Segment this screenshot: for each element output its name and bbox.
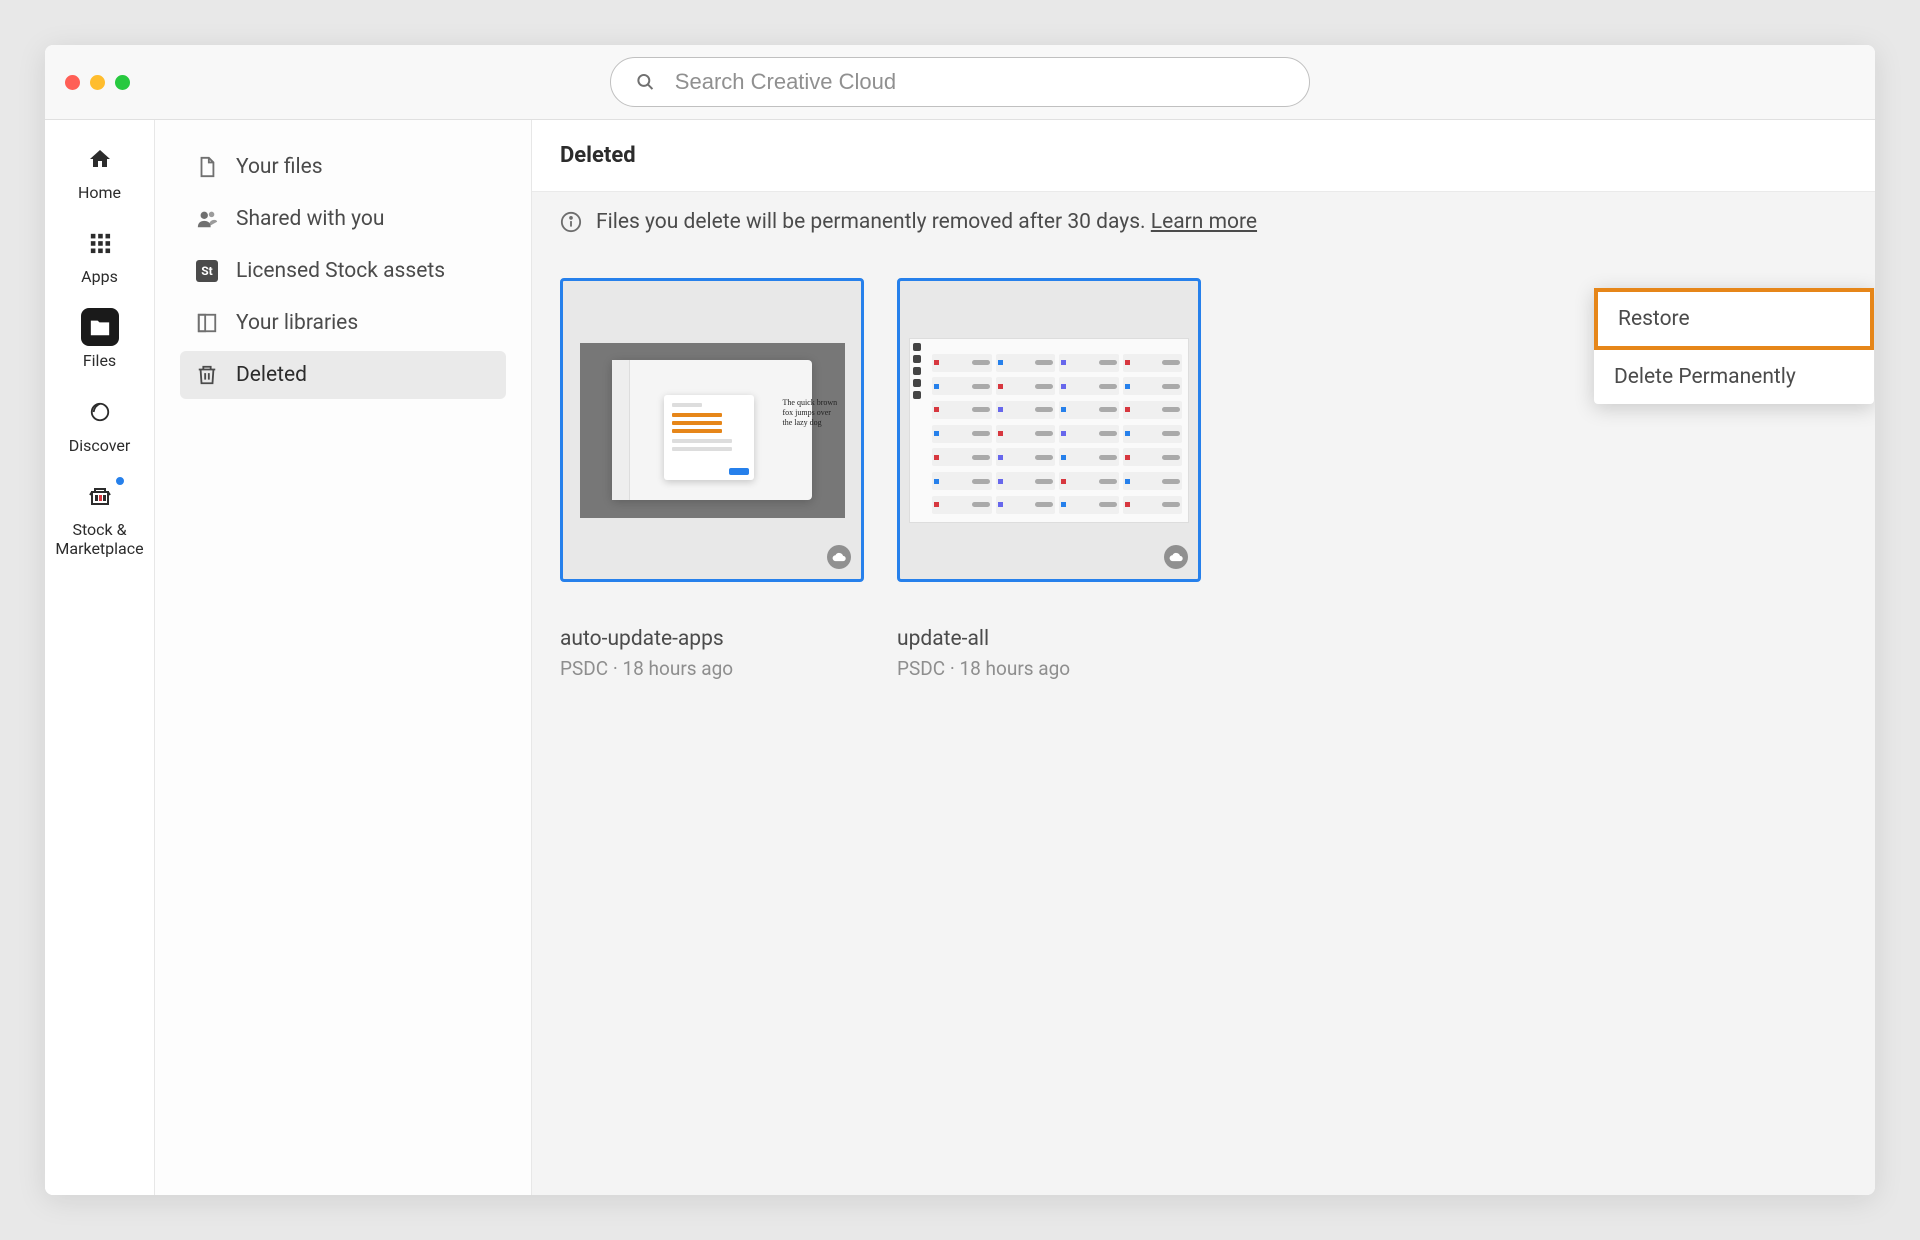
- rail-item-home[interactable]: Home: [45, 140, 154, 202]
- close-window-button[interactable]: [65, 75, 80, 90]
- search-icon: [636, 72, 655, 92]
- rail-item-stock[interactable]: Stock & Marketplace: [45, 477, 154, 558]
- nav-label: Your files: [236, 155, 323, 179]
- search-container: [610, 57, 1310, 107]
- stock-badge-icon: St: [196, 260, 218, 282]
- files-icon: [81, 308, 119, 346]
- cloud-icon: [1164, 545, 1188, 569]
- nav-deleted[interactable]: Deleted: [180, 351, 506, 399]
- cloud-icon: [827, 545, 851, 569]
- rail-label-apps: Apps: [81, 267, 118, 286]
- rail-label-stock: Stock & Marketplace: [55, 520, 143, 558]
- nav-label: Shared with you: [236, 207, 384, 231]
- file-name: auto-update-apps: [560, 627, 864, 651]
- window-controls: [65, 75, 130, 90]
- page-title: Deleted: [560, 143, 636, 168]
- info-icon: [560, 211, 582, 233]
- app-window: Home Apps Files: [45, 45, 1875, 1195]
- libraries-icon: [196, 312, 218, 334]
- info-text: Files you delete will be permanently rem…: [596, 210, 1257, 234]
- rail-label-discover: Discover: [69, 436, 131, 455]
- notification-badge: [114, 475, 126, 487]
- file-icon: [196, 156, 218, 178]
- discover-icon: [81, 393, 119, 431]
- info-bar: Files you delete will be permanently rem…: [532, 192, 1875, 252]
- files-grid: The quick brown fox jumps over the lazy …: [532, 252, 1875, 706]
- file-thumbnail[interactable]: [897, 278, 1201, 582]
- thumbnail-preview: The quick brown fox jumps over the lazy …: [580, 343, 845, 518]
- rail-item-discover[interactable]: Discover: [45, 393, 154, 455]
- titlebar: [45, 45, 1875, 120]
- home-icon: [81, 140, 119, 178]
- nav-libraries[interactable]: Your libraries: [180, 299, 506, 347]
- rail-label-files: Files: [83, 351, 116, 370]
- context-menu: Restore Delete Permanently: [1594, 288, 1874, 404]
- rail-item-apps[interactable]: Apps: [45, 224, 154, 286]
- search-input[interactable]: [675, 69, 1284, 95]
- thumbnail-preview: [909, 338, 1189, 523]
- shared-icon: [196, 208, 218, 230]
- file-meta: PSDC · 18 hours ago: [897, 657, 1201, 680]
- apps-icon: [81, 224, 119, 262]
- file-thumbnail[interactable]: The quick brown fox jumps over the lazy …: [560, 278, 864, 582]
- preview-text: The quick brown fox jumps over the lazy …: [783, 398, 839, 429]
- main-header: Deleted: [532, 120, 1875, 192]
- maximize-window-button[interactable]: [115, 75, 130, 90]
- trash-icon: [196, 364, 218, 386]
- learn-more-link[interactable]: Learn more: [1151, 210, 1257, 234]
- nav-label: Your libraries: [236, 311, 358, 335]
- nav-label: Deleted: [236, 363, 307, 387]
- nav-your-files[interactable]: Your files: [180, 143, 506, 191]
- context-restore[interactable]: Restore: [1594, 288, 1874, 350]
- files-sidebar: Your files Shared with you St Licensed S…: [155, 120, 532, 1195]
- main-content: Deleted Files you delete will be permane…: [532, 120, 1875, 1195]
- nav-shared[interactable]: Shared with you: [180, 195, 506, 243]
- rail-label-home: Home: [78, 183, 121, 202]
- stock-icon: [81, 477, 119, 515]
- search-box[interactable]: [610, 57, 1310, 107]
- file-meta: PSDC · 18 hours ago: [560, 657, 864, 680]
- left-rail: Home Apps Files: [45, 120, 155, 1195]
- rail-item-files[interactable]: Files: [45, 308, 154, 370]
- nav-stock-assets[interactable]: St Licensed Stock assets: [180, 247, 506, 295]
- file-card[interactable]: The quick brown fox jumps over the lazy …: [560, 278, 864, 680]
- minimize-window-button[interactable]: [90, 75, 105, 90]
- nav-label: Licensed Stock assets: [236, 259, 445, 283]
- file-name: update-all: [897, 627, 1201, 651]
- file-card[interactable]: update-all PSDC · 18 hours ago: [897, 278, 1201, 680]
- body-area: Home Apps Files: [45, 120, 1875, 1195]
- context-delete-permanently[interactable]: Delete Permanently: [1594, 350, 1874, 404]
